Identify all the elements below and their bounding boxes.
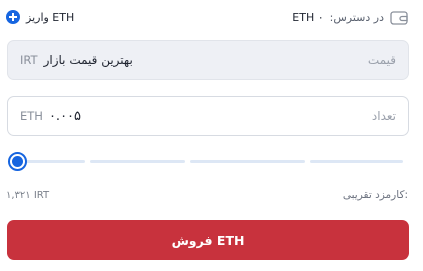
fee-label: کارمزد تقریبی: <box>342 189 408 201</box>
wallet-icon <box>390 10 408 25</box>
deposit-link[interactable]: واریز ETH <box>6 10 74 24</box>
plus-circle-icon <box>6 10 20 24</box>
sell-button[interactable]: فروش ETH <box>7 220 409 260</box>
price-label: قیمت <box>367 53 396 67</box>
price-field-content: IRT بهترین قیمت بازار <box>20 53 133 67</box>
amount-slider[interactable] <box>7 151 403 171</box>
fee-value: ۱,۳۲۱ IRT <box>6 189 50 201</box>
fee-row: ۱,۳۲۱ IRT کارمزد تقریبی: <box>6 186 408 204</box>
deposit-label: واریز ETH <box>26 10 75 24</box>
amount-input[interactable]: ۰.۰۰۵ <box>49 109 81 124</box>
price-unit: IRT <box>20 53 38 67</box>
balance-row: واریز ETH در دسترس: ETH ۰ <box>6 6 408 28</box>
slider-handle[interactable] <box>8 152 27 171</box>
available-label: در دسترس: <box>329 10 384 24</box>
amount-field-content: ETH ۰.۰۰۵ <box>20 109 81 124</box>
available-balance: در دسترس: ETH ۰ <box>292 10 408 25</box>
slider-segment <box>190 160 305 163</box>
amount-field[interactable]: ETH ۰.۰۰۵ تعداد <box>7 96 409 136</box>
amount-label: تعداد <box>371 109 396 123</box>
price-value: بهترین قیمت بازار <box>43 53 133 67</box>
slider-segment <box>310 160 403 163</box>
slider-segment <box>21 160 85 163</box>
sell-order-panel: واریز ETH در دسترس: ETH ۰ IRT بهترین قیم… <box>0 0 423 271</box>
amount-unit: ETH <box>20 109 43 123</box>
slider-segment <box>90 160 185 163</box>
available-value: ETH ۰ <box>292 10 324 24</box>
price-field: IRT بهترین قیمت بازار قیمت <box>7 40 409 80</box>
